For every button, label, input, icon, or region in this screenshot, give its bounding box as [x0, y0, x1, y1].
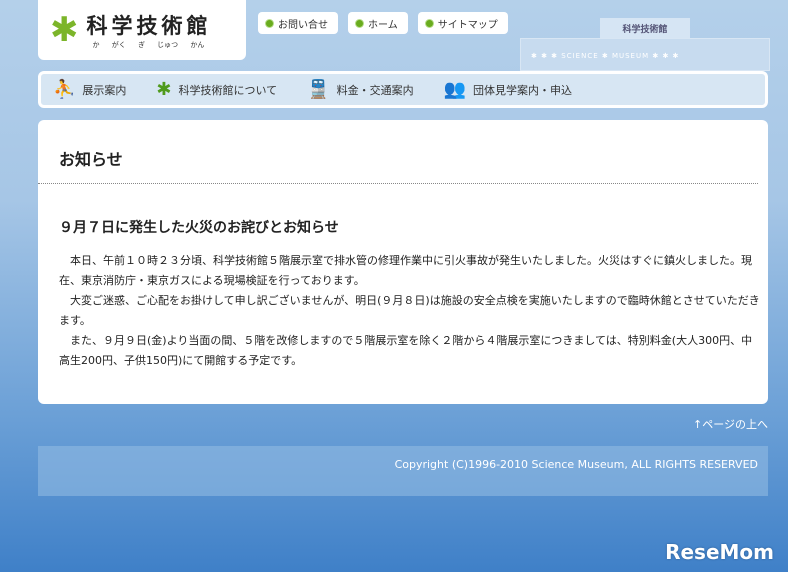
nav-label: 団体見学案内・申込: [473, 83, 573, 97]
star-logo-icon: ✱: [50, 10, 79, 50]
person-at-desk-icon: ⛹: [53, 78, 76, 100]
logo-ruby: か がく ぎ じゅつ かん: [92, 41, 205, 49]
nav-group-visits[interactable]: 👥 団体見学案内・申込: [443, 78, 573, 100]
notice-body: 本日、午前１０時２３分頃、科学技術館５階展示室で排水管の修理作業中に引火事故が発…: [59, 251, 761, 371]
bullet-icon: [356, 19, 363, 27]
nav-about[interactable]: ✱ 科学技術館について: [156, 78, 278, 100]
contact-link[interactable]: お問い合せ: [258, 12, 338, 34]
paragraph: また、９月９日(金)より当面の間、５階を改修しますので５階展示室を除く２階から４…: [59, 334, 753, 367]
paragraph: 本日、午前１０時２３分頃、科学技術館５階展示室で排水管の修理作業中に引火事故が発…: [59, 254, 752, 287]
contact-label: お問い合せ: [278, 19, 328, 31]
sitemap-link[interactable]: サイトマップ: [417, 12, 508, 34]
divider: [38, 183, 758, 184]
building-illustration: ✱ ✱ ✱ SCIENCE ✱ MUSEUM ✱ ✱ ✱ 科学技術館: [520, 8, 788, 71]
home-link[interactable]: ホーム: [348, 12, 408, 34]
train-icon: 🚆: [307, 78, 330, 100]
notice-heading: ９月７日に発生した火災のお詫びとお知らせ: [59, 220, 339, 236]
star-logo-icon: ✱: [156, 78, 172, 100]
content-panel: お知らせ ９月７日に発生した火災のお詫びとお知らせ 本日、午前１０時２３分頃、科…: [38, 120, 768, 404]
copyright: Copyright (C)1996-2010 Science Museum, A…: [394, 458, 758, 471]
nav-exhibits[interactable]: ⛹ 展示案内: [53, 78, 127, 100]
nav-label: 科学技術館について: [178, 83, 278, 97]
bullet-icon: [425, 19, 433, 27]
building-body: ✱ ✱ ✱ SCIENCE ✱ MUSEUM ✱ ✱ ✱: [520, 38, 770, 71]
top-links: お問い合せ ホーム サイトマップ: [258, 12, 508, 34]
logo-title: 科学技術館: [86, 14, 212, 38]
bullet-icon: [266, 19, 273, 27]
building-sign: ✱ ✱ ✱ SCIENCE ✱ MUSEUM ✱ ✱ ✱: [531, 52, 680, 60]
main-nav: ⛹ 展示案内 ✱ 科学技術館について 🚆 料金・交通案内 👥 団体見学案内・申込: [38, 71, 768, 108]
nav-label: 展示案内: [82, 83, 127, 97]
back-to-top-link[interactable]: ↑ページの上へ: [693, 416, 768, 432]
footer: Copyright (C)1996-2010 Science Museum, A…: [38, 446, 768, 496]
paragraph: 大変ご迷惑、ご心配をお掛けして申し訳ございませんが、明日(９月８日)は施設の安全…: [59, 294, 760, 327]
group-icon: 👥: [443, 78, 467, 100]
page-title: お知らせ: [59, 150, 123, 169]
site-logo[interactable]: ✱ 科学技術館 か がく ぎ じゅつ かん: [38, 0, 246, 60]
nav-fees-access[interactable]: 🚆 料金・交通案内: [307, 78, 414, 100]
nav-label: 料金・交通案内: [336, 83, 414, 97]
building-label: 科学技術館: [600, 18, 690, 38]
home-label: ホーム: [368, 19, 398, 31]
watermark-logo: ReseMom: [665, 540, 774, 564]
sitemap-label: サイトマップ: [437, 19, 498, 31]
